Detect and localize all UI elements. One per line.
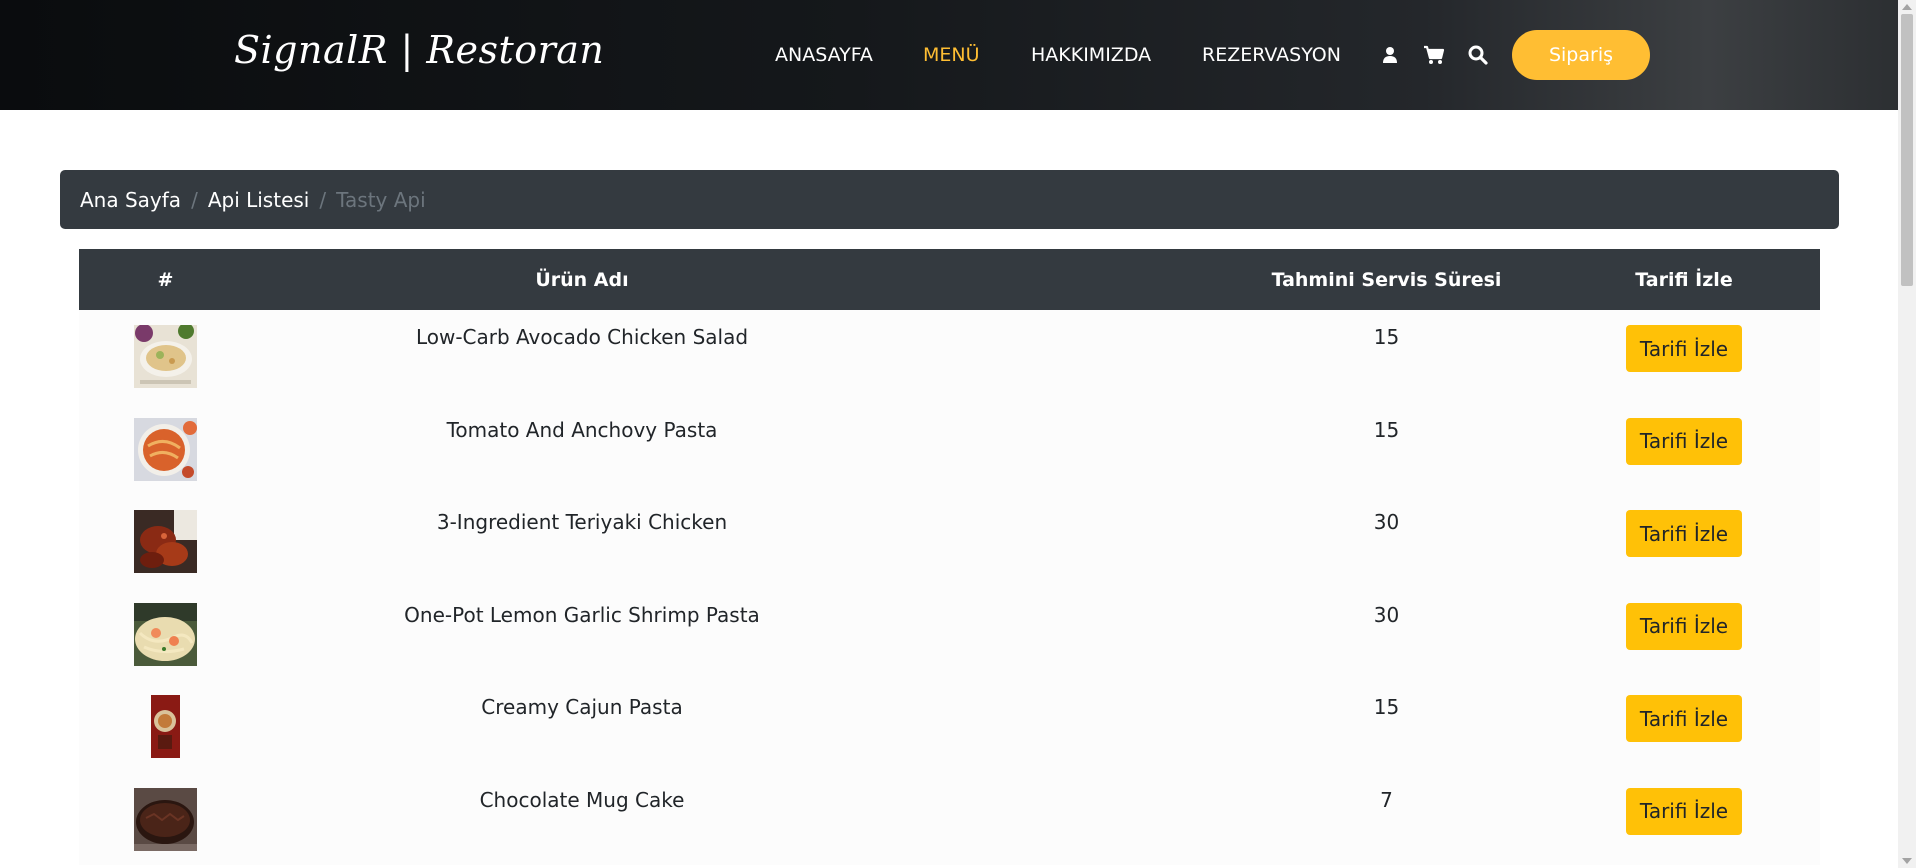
scroll-thumb[interactable] <box>1901 14 1913 286</box>
table-row: Creamy Cajun Pasta 15 Tarifi İzle <box>79 680 1820 773</box>
watch-recipe-button[interactable]: Tarifi İzle <box>1626 325 1742 372</box>
nav-rezervasyon[interactable]: REZERVASYON <box>1202 44 1341 66</box>
page-scrollbar[interactable] <box>1898 0 1916 868</box>
food-thumbnail <box>134 695 197 758</box>
product-name: Creamy Cajun Pasta <box>481 695 683 719</box>
table-row: Low-Carb Avocado Chicken Salad 15 Tarifi… <box>79 310 1820 403</box>
breadcrumb-api-list[interactable]: Api Listesi <box>208 188 310 212</box>
service-time: 15 <box>1373 417 1400 442</box>
food-thumbnail <box>134 602 197 666</box>
table-row: Tomato And Anchovy Pasta 15 Tarifi İzle <box>79 402 1820 495</box>
breadcrumb-separator: / <box>319 187 327 212</box>
table-row: One-Pot Lemon Garlic Shrimp Pasta 30 Tar… <box>79 587 1820 680</box>
food-thumbnail <box>134 510 197 573</box>
food-thumbnail <box>134 417 197 481</box>
header-index: # <box>157 268 174 291</box>
service-time: 30 <box>1373 510 1400 534</box>
scroll-up-arrow-icon[interactable] <box>1902 4 1912 10</box>
watch-recipe-button[interactable]: Tarifi İzle <box>1626 510 1742 557</box>
service-time: 15 <box>1373 695 1400 719</box>
search-icon[interactable] <box>1468 45 1488 69</box>
watch-recipe-button[interactable]: Tarifi İzle <box>1626 417 1742 465</box>
site-logo[interactable]: SignalR | Restoran <box>234 28 604 72</box>
breadcrumb-current: Tasty Api <box>336 187 426 212</box>
product-name: Low-Carb Avocado Chicken Salad <box>415 325 749 349</box>
header-service-time: Tahmini Servis Süresi <box>1271 268 1502 291</box>
order-button[interactable]: Sipariş <box>1512 30 1650 80</box>
food-thumbnail <box>134 787 197 851</box>
watch-recipe-button[interactable]: Tarifi İzle <box>1626 787 1742 835</box>
scroll-down-arrow-icon[interactable] <box>1902 858 1912 864</box>
product-name: Chocolate Mug Cake <box>479 787 685 812</box>
header-watch-recipe: Tarifi İzle <box>1635 268 1733 291</box>
service-time: 7 <box>1380 787 1393 812</box>
table-row: 3-Ingredient Teriyaki Chicken 30 Tarifi … <box>79 495 1820 588</box>
product-name: Tomato And Anchovy Pasta <box>446 417 718 442</box>
table-row: Chocolate Mug Cake 7 Tarifi İzle <box>79 772 1820 865</box>
nav-anasayfa[interactable]: ANASAYFA <box>775 44 873 66</box>
breadcrumb: Ana Sayfa / Api Listesi / Tasty Api <box>60 170 1839 229</box>
breadcrumb-separator: / <box>191 187 198 212</box>
cart-icon[interactable] <box>1423 45 1445 69</box>
user-icon[interactable] <box>1382 46 1398 68</box>
nav-hakkimizda[interactable]: HAKKIMIZDA <box>1031 44 1151 66</box>
table-header: # Ürün Adı Tahmini Servis Süresi Tarifi … <box>79 249 1820 310</box>
watch-recipe-button[interactable]: Tarifi İzle <box>1626 695 1742 742</box>
service-time: 30 <box>1373 602 1400 627</box>
nav-menu[interactable]: MENÜ <box>923 44 980 66</box>
watch-recipe-button[interactable]: Tarifi İzle <box>1626 602 1742 650</box>
product-name: One-Pot Lemon Garlic Shrimp Pasta <box>404 602 760 627</box>
header-product-name: Ürün Adı <box>535 268 629 291</box>
food-thumbnail <box>134 323 197 388</box>
product-name: 3-Ingredient Teriyaki Chicken <box>436 510 728 534</box>
site-header: SignalR | Restoran ANASAYFA MENÜ HAKKIMI… <box>0 0 1898 110</box>
service-time: 15 <box>1373 325 1400 349</box>
recipe-table: # Ürün Adı Tahmini Servis Süresi Tarifi … <box>79 249 1820 865</box>
breadcrumb-home[interactable]: Ana Sayfa <box>80 188 181 212</box>
